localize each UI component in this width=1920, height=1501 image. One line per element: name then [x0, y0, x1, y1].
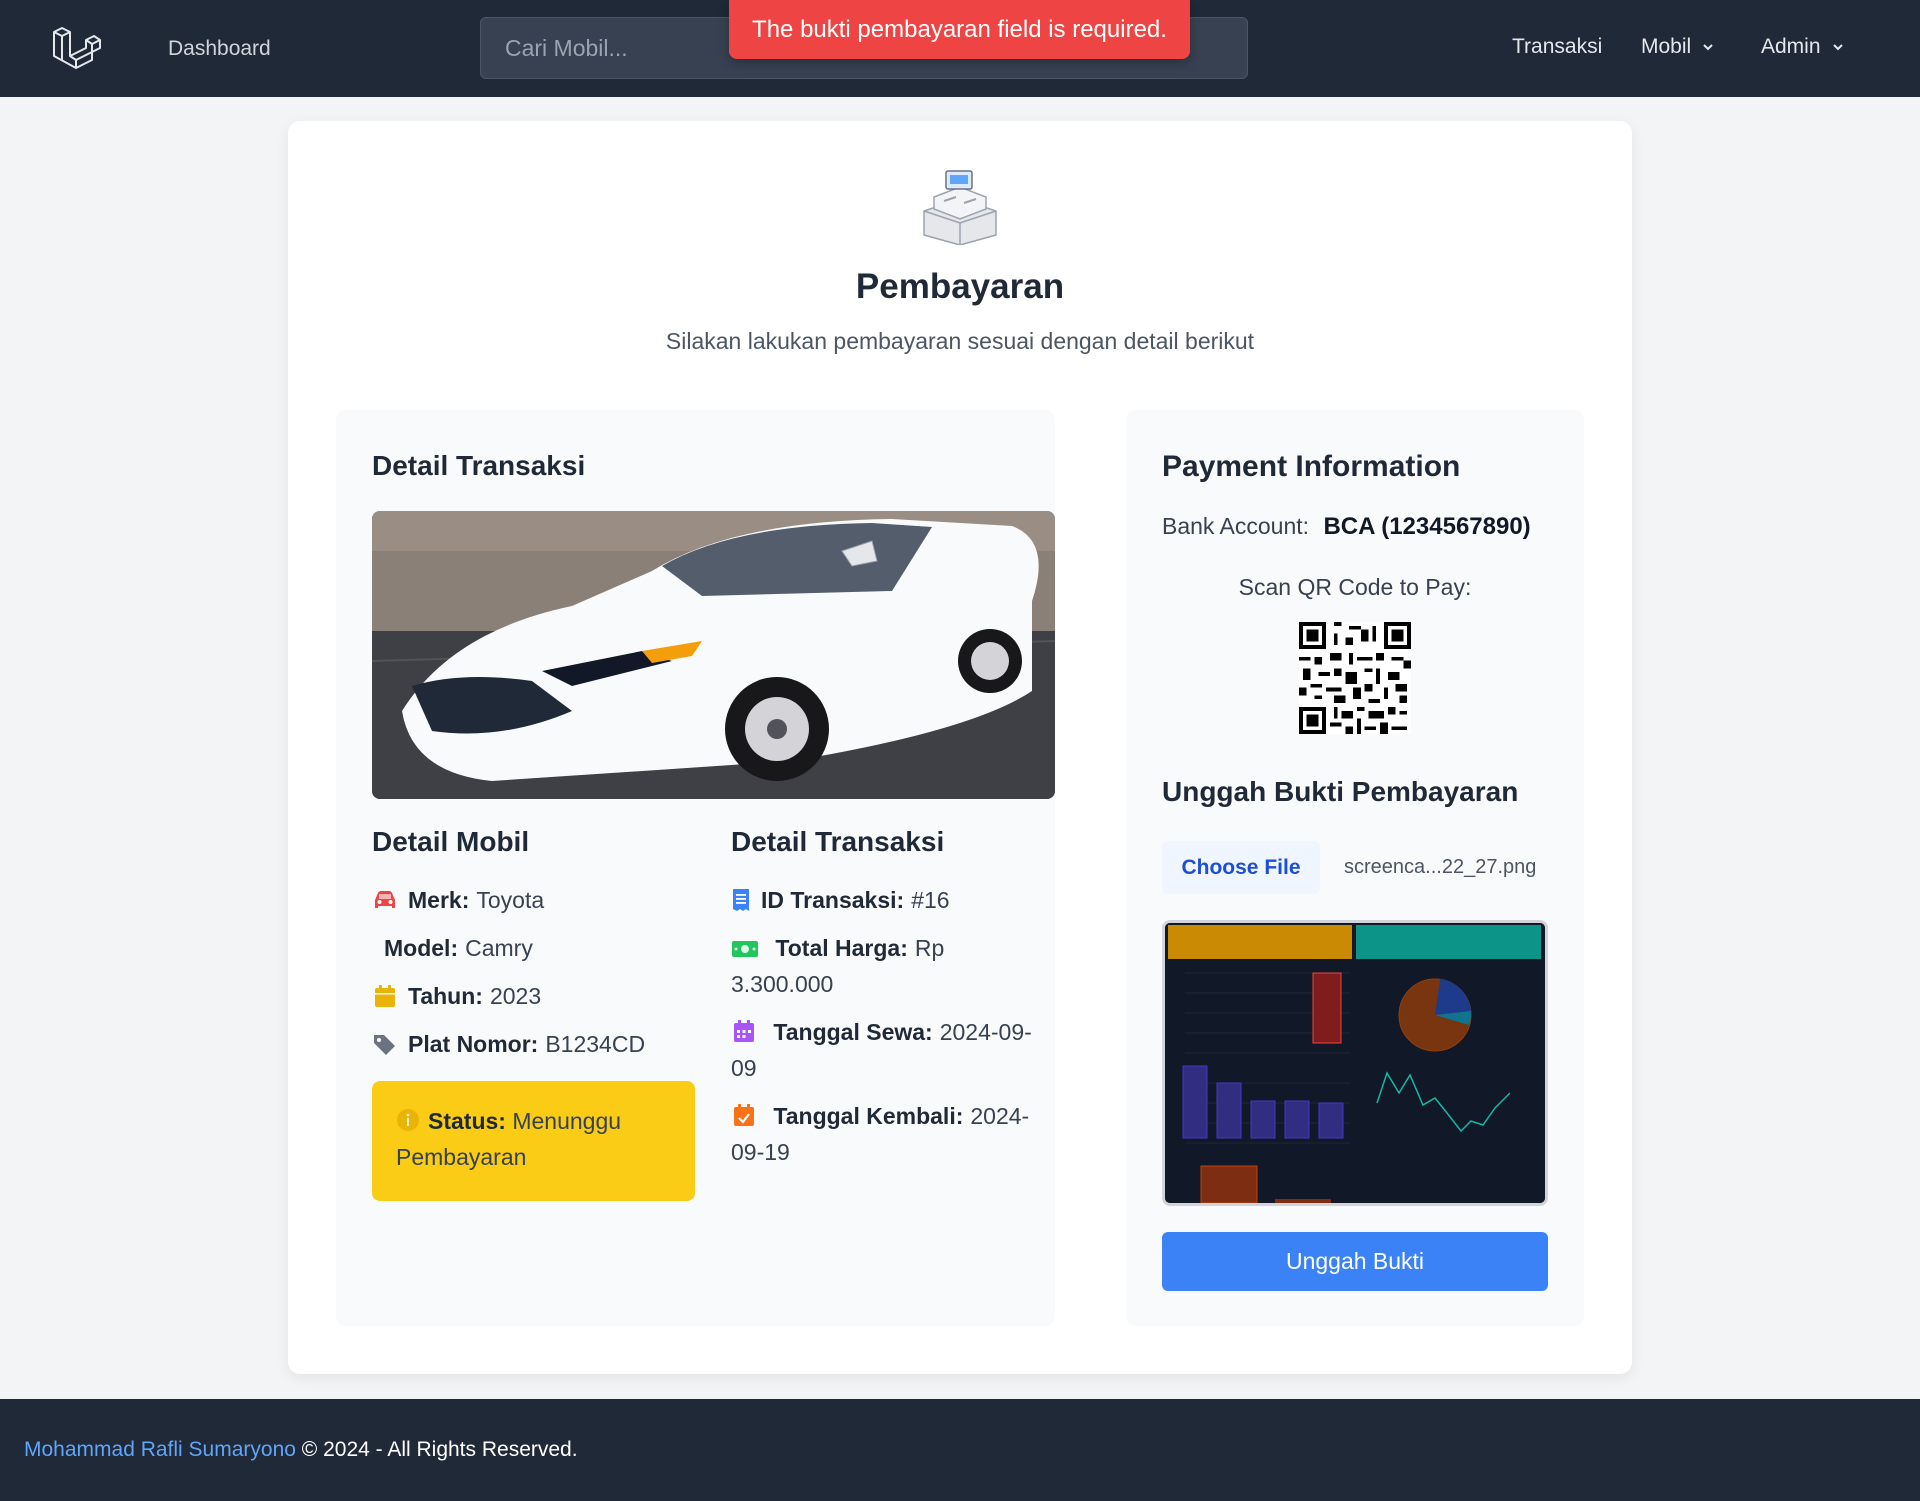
merk-row: Merk: Toyota [372, 882, 544, 918]
footer-text: Mohammad Rafli Sumaryono © 2024 - All Ri… [24, 1438, 578, 1462]
sewa-row: Tanggal Sewa: 2024-09-09 [731, 1014, 1051, 1086]
calendar-check-icon [734, 1104, 754, 1126]
footer-rights: © 2024 - All Rights Reserved. [295, 1438, 578, 1461]
choose-file-button[interactable]: Choose File [1162, 841, 1320, 894]
author-link[interactable]: Mohammad Rafli Sumaryono [24, 1438, 296, 1461]
upload-heading: Unggah Bukti Pembayaran [1162, 776, 1519, 807]
total-label: Total Harga: [775, 935, 908, 961]
qr-label: Scan QR Code to Pay: [1238, 574, 1472, 600]
sewa-label: Tanggal Sewa: [773, 1019, 933, 1045]
payment-card: Pembayaran Silakan lakukan pembayaran se… [288, 121, 1632, 1374]
transaction-detail-heading: Detail Transaksi [731, 826, 945, 857]
calendar-icon [375, 985, 395, 1007]
transaction-detail-panel: Detail Transaksi Detail Mobil Detail Tra… [336, 410, 1055, 1326]
id-label: ID Transaksi: [761, 887, 905, 913]
bank-account-row: Bank Account: BCA (1234567890) [1162, 513, 1531, 541]
calendar-days-icon [734, 1020, 754, 1042]
receipt-icon [733, 889, 749, 911]
kembali-label: Tanggal Kembali: [773, 1103, 964, 1129]
page-subtitle: Silakan lakukan pembayaran sesuai dengan… [665, 328, 1255, 354]
footer: Mohammad Rafli Sumaryono © 2024 - All Ri… [0, 1399, 1920, 1501]
transaction-panel-title: Detail Transaksi [372, 450, 586, 481]
car-icon [375, 891, 395, 908]
nav-dashboard-link[interactable]: Dashboard [168, 37, 271, 61]
cash-register-icon [923, 170, 997, 245]
nav-admin-label: Admin [1761, 35, 1821, 58]
payment-info-title: Payment Information [1162, 450, 1461, 483]
nav-mobil-dropdown[interactable]: Mobil [1641, 35, 1715, 59]
car-photo [372, 511, 1055, 799]
nav-mobil-label: Mobil [1641, 35, 1692, 58]
nav-admin-dropdown[interactable]: Admin [1761, 35, 1845, 59]
selected-file-name: screenca...22_27.png [1344, 856, 1537, 878]
merk-value: Toyota [476, 887, 545, 913]
page-title: Pembayaran [855, 267, 1065, 306]
qr-code-icon [1299, 622, 1411, 734]
status-label: Status: [428, 1108, 506, 1134]
nav-transaksi-label: Transaksi [1512, 35, 1603, 58]
kembali-row: Tanggal Kembali: 2024-09-19 [731, 1098, 1051, 1170]
id-row: ID Transaksi: #16 [731, 882, 950, 918]
car-detail-heading: Detail Mobil [372, 826, 530, 857]
payment-info-panel: Payment Information Bank Account: BCA (1… [1126, 410, 1584, 1326]
total-row: Total Harga: Rp 3.300.000 [731, 930, 1051, 1002]
chevron-down-icon [1703, 44, 1713, 51]
plat-value: B1234CD [545, 1031, 646, 1057]
money-bill-icon [732, 941, 758, 957]
info-circle-icon [397, 1109, 419, 1131]
car-photo-graphic [372, 511, 1055, 799]
merk-label: Merk: [408, 887, 470, 913]
model-label: Model: [384, 935, 459, 961]
tahun-value: 2023 [489, 983, 542, 1009]
model-value: Camry [465, 935, 533, 961]
model-row: Model: Camry [384, 930, 533, 966]
chevron-down-icon [1832, 44, 1843, 51]
nav-transaksi-link[interactable]: Transaksi [1512, 35, 1602, 59]
bank-value: BCA (1234567890) [1323, 513, 1531, 540]
status-box: Status: Menunggu Pembayaran [372, 1081, 695, 1201]
plat-label: Plat Nomor: [408, 1031, 539, 1057]
tahun-row: Tahun: 2023 [372, 978, 541, 1014]
file-preview-image [1162, 920, 1548, 1206]
tahun-label: Tahun: [408, 983, 483, 1009]
bank-label: Bank Account: [1162, 513, 1310, 539]
upload-proof-button[interactable]: Unggah Bukti [1162, 1232, 1548, 1291]
id-value: #16 [911, 887, 950, 913]
tag-icon [374, 1035, 395, 1055]
error-toast: The bukti pembayaran field is required. [729, 0, 1190, 59]
plat-row: Plat Nomor: B1234CD [372, 1026, 645, 1062]
dashboard-screenshot-graphic [1165, 923, 1545, 1203]
laravel-logo-icon[interactable] [50, 22, 102, 74]
